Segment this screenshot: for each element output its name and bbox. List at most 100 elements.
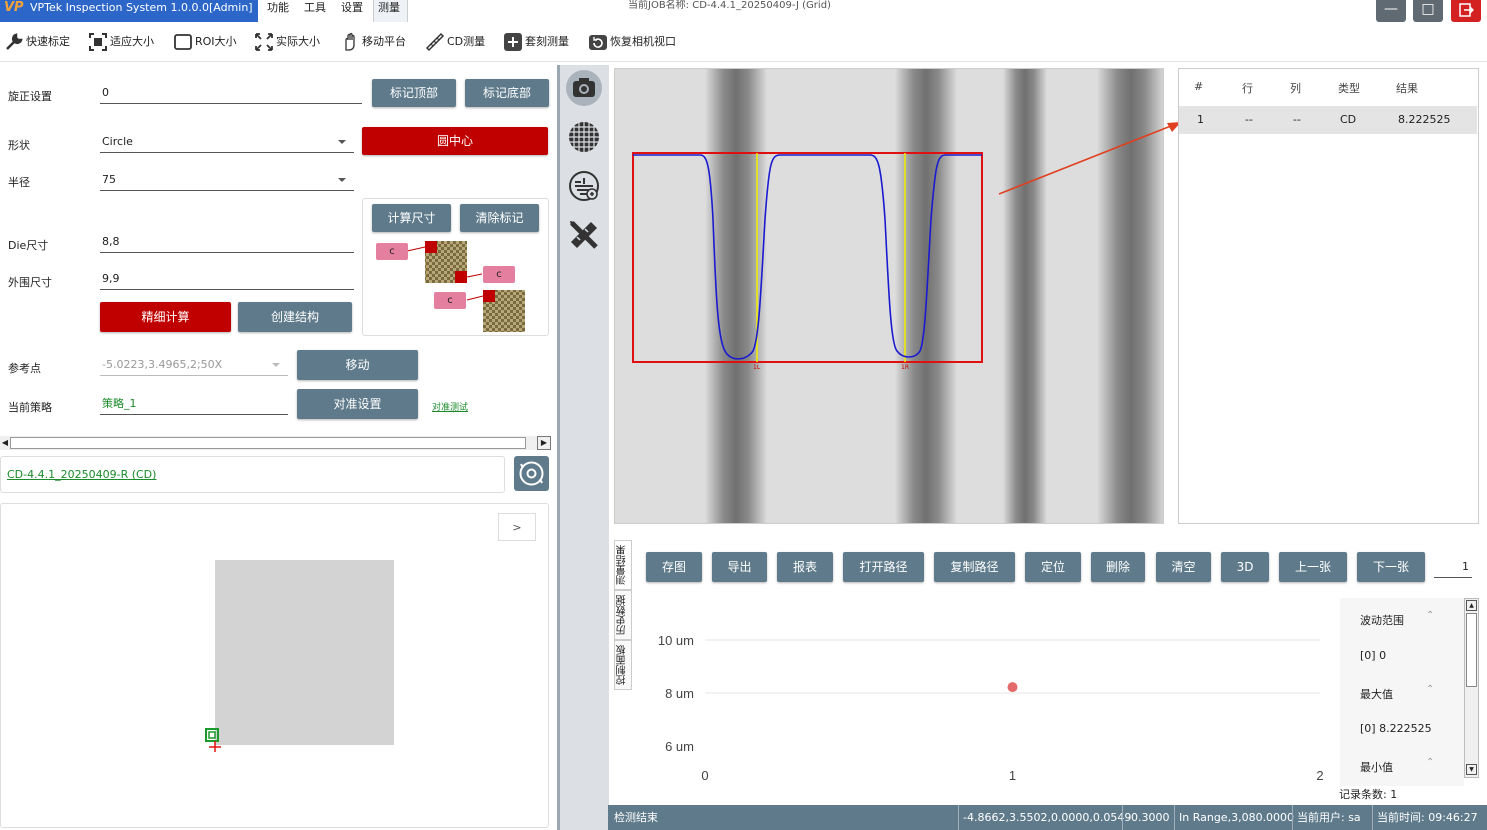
result-table [1178, 68, 1479, 524]
outer-size-input[interactable]: 9,9 [100, 268, 354, 290]
horizontal-scrollbar[interactable]: ◀ ▶ [0, 436, 551, 450]
column-header-row[interactable]: 行 [1242, 80, 1253, 96]
min-label: 最小值 [1360, 761, 1393, 774]
wafer-grid-icon [569, 122, 599, 152]
ref-point-label: 参考点 [8, 362, 41, 375]
actual-size-button[interactable]: 实际大小 [254, 30, 320, 54]
tab-measure-result[interactable]: 测量结果 [614, 540, 632, 590]
wafer-map-button[interactable] [566, 119, 602, 155]
minimize-button[interactable]: — [1376, 0, 1406, 22]
save-image-button[interactable]: 存图 [646, 552, 702, 582]
chevron-down-icon [338, 140, 346, 144]
align-settings-button[interactable]: 对准设置 [297, 389, 418, 419]
radius-select[interactable]: 75 [100, 169, 354, 191]
data-point[interactable] [1007, 682, 1018, 693]
fine-calc-button[interactable]: 精细计算 [100, 302, 231, 332]
chevron-up-icon[interactable]: ⌃ [1426, 610, 1434, 621]
move-stage-button[interactable]: 移动平台 [340, 30, 406, 54]
restore-camera-view-button[interactable]: 恢复相机视口 [588, 30, 676, 54]
menu-tools[interactable]: 工具 [304, 0, 326, 22]
die-size-input[interactable]: 8,8 [100, 231, 354, 253]
previous-button[interactable]: 上一张 [1279, 552, 1347, 582]
sync-recipe-button[interactable] [514, 456, 549, 491]
view-3d-button[interactable]: 3D [1221, 552, 1269, 582]
report-button[interactable]: 报表 [777, 552, 833, 582]
roi-size-button[interactable]: ROI大小 [173, 30, 237, 54]
menu-measure[interactable]: 测量 [373, 0, 408, 22]
origin-marker-icon [205, 728, 221, 752]
page-input[interactable]: 1 [1434, 555, 1472, 578]
overlay-measure-button[interactable]: 套刻测量 [503, 30, 569, 54]
scroll-thumb[interactable] [1466, 613, 1477, 687]
radius-label: 半径 [8, 176, 30, 189]
maximize-button[interactable]: □ [1413, 0, 1443, 22]
calc-size-button[interactable]: 计算尺寸 [372, 204, 451, 232]
clear-mark-button[interactable]: 清除标记 [460, 204, 539, 232]
scroll-up-icon[interactable]: ▲ [1466, 600, 1477, 611]
column-header-index[interactable]: # [1194, 80, 1203, 93]
export-button[interactable]: 导出 [712, 552, 767, 582]
column-header-col[interactable]: 列 [1290, 80, 1301, 96]
fit-size-button[interactable]: 适应大小 [88, 30, 154, 54]
max-value: [0] 8.222525 [1360, 722, 1432, 735]
align-test-link[interactable]: 对准测试 [432, 400, 468, 413]
recipe-link[interactable]: CD-4.4.1_20250409-R (CD) [7, 468, 156, 481]
exit-button[interactable] [1451, 0, 1481, 22]
camera-icon [573, 78, 595, 97]
quick-calibrate-button[interactable]: 快速标定 [4, 30, 70, 54]
x-tick-label: 2 [1316, 768, 1323, 783]
column-header-result[interactable]: 结果 [1396, 80, 1418, 96]
status-time: 当前时间: 09:46:27 [1372, 805, 1478, 830]
scroll-down-icon[interactable]: ▼ [1466, 764, 1477, 775]
menu-function[interactable]: 功能 [267, 0, 289, 22]
rotate-input[interactable]: 0 [100, 82, 362, 104]
column-header-type[interactable]: 类型 [1338, 80, 1360, 96]
edge-marker-left: 1L [753, 364, 761, 371]
record-count: 记录条数: 1 [1339, 788, 1398, 801]
marker-tag: c [434, 292, 466, 309]
circle-center-button[interactable]: 圆中心 [362, 127, 548, 155]
move-button[interactable]: 移动 [297, 350, 418, 380]
wafer-select-button[interactable] [566, 168, 602, 204]
mark-top-button[interactable]: 标记顶部 [372, 79, 456, 107]
expand-button[interactable]: > [498, 513, 536, 541]
table-cell: -- [1245, 113, 1253, 126]
mark-bottom-button[interactable]: 标记底部 [465, 79, 549, 107]
scroll-right-icon[interactable]: ▶ [537, 436, 551, 450]
x-tick-label: 0 [701, 768, 708, 783]
status-bar: 检测结束 -4.8662,3.5502,0.0000,0.0549 -0.300… [608, 805, 1487, 830]
clear-button[interactable]: 清空 [1156, 552, 1211, 582]
tab-history[interactable]: 历史数据 [614, 590, 632, 640]
shape-select[interactable]: Circle [100, 131, 354, 153]
locate-button[interactable]: 定位 [1025, 552, 1081, 582]
delete-button[interactable]: 删除 [1091, 552, 1145, 582]
refresh-camera-icon [589, 35, 607, 50]
chevron-up-icon[interactable]: ⌃ [1426, 757, 1434, 768]
copy-path-button[interactable]: 复制路径 [934, 552, 1015, 582]
camera-button[interactable] [566, 70, 602, 106]
create-structure-button[interactable]: 创建结构 [238, 302, 352, 332]
next-button[interactable]: 下一张 [1357, 552, 1425, 582]
table-cell: -- [1293, 113, 1301, 126]
stats-scrollbar[interactable]: ▲ ▼ [1464, 598, 1479, 778]
ref-point-select[interactable]: -5.0223,3.4965,2;50X [100, 354, 288, 376]
job-name: 当前JOB名称: CD-4.4.1_20250409-J (Grid) [628, 0, 831, 11]
chevron-up-icon[interactable]: ⌃ [1426, 684, 1434, 695]
tools-button[interactable] [566, 217, 602, 253]
cd-measure-button[interactable]: CD测量 [425, 30, 485, 54]
trend-chart: 10 um 8 um 6 um 0 1 2 [658, 633, 1324, 783]
scroll-thumb[interactable] [10, 437, 526, 449]
table-cell: CD [1340, 113, 1357, 126]
app-title: VPTek Inspection System 1.0.0.0[Admin] [0, 0, 258, 22]
annotation-arrow-icon [998, 121, 1182, 195]
strategy-input[interactable]: 策略_1 [100, 393, 288, 415]
exit-icon [1459, 3, 1475, 17]
menu-settings[interactable]: 设置 [341, 0, 363, 22]
shape-label: 形状 [8, 139, 30, 152]
status-message: 检测结束 [614, 811, 658, 824]
scroll-left-icon[interactable]: ◀ [0, 436, 10, 450]
rotate-label: 旋正设置 [8, 90, 52, 103]
open-path-button[interactable]: 打开路径 [843, 552, 924, 582]
tab-control-panel[interactable]: 控制面板 [614, 640, 632, 690]
table-cell: 1 [1197, 113, 1204, 126]
